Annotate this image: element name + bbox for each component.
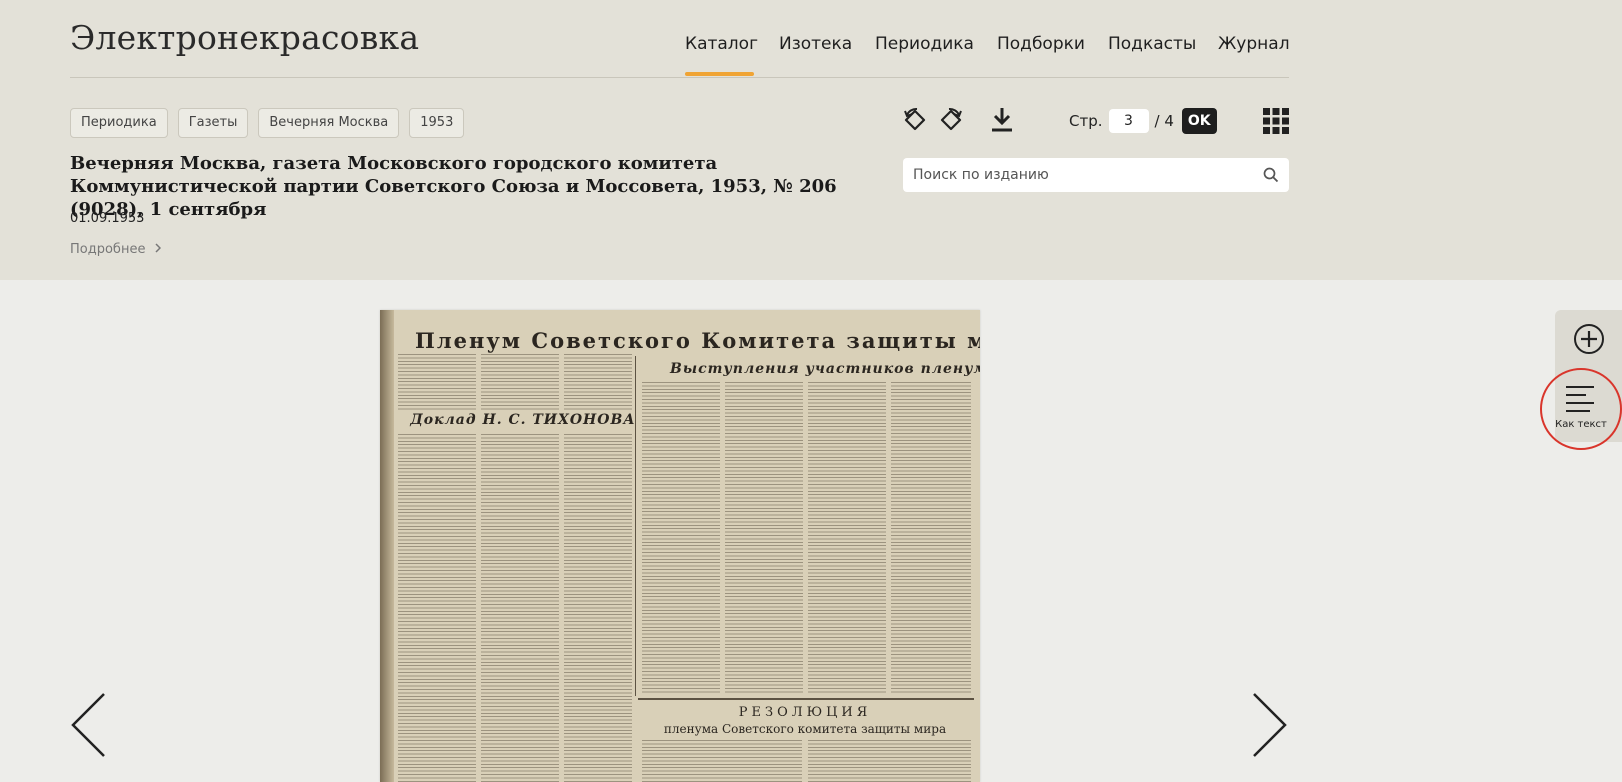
- more-link[interactable]: Подробнее: [70, 242, 161, 257]
- section-rule: [638, 698, 974, 700]
- text-column: [481, 354, 559, 410]
- next-page-arrow-icon[interactable]: [1252, 692, 1288, 762]
- grid-icon[interactable]: [1263, 108, 1289, 138]
- rotate-right-icon[interactable]: [938, 107, 964, 139]
- breadcrumb-gazety[interactable]: Газеты: [177, 108, 249, 138]
- newspaper-subheadline: Выступления участников пленума: [670, 361, 980, 377]
- text-column: [398, 434, 476, 782]
- newspaper-page-image[interactable]: Пленум Советского Комитета защиты мира В…: [380, 310, 980, 782]
- nav-podcasts[interactable]: Подкасты: [1108, 34, 1196, 54]
- page-ok-button[interactable]: OK: [1181, 108, 1217, 134]
- breadcrumb-vechernyaya-moskva[interactable]: Вечерняя Москва: [258, 108, 400, 138]
- search-input[interactable]: [913, 158, 1243, 192]
- search-icon[interactable]: [1263, 167, 1279, 187]
- newspaper-resolution-heading: РЕЗОЛЮЦИЯ: [738, 705, 872, 720]
- header: Электронекрасовка Каталог Изотека Период…: [0, 0, 1622, 280]
- download-icon[interactable]: [990, 106, 1014, 138]
- breadcrumb-periodika[interactable]: Периодика: [70, 108, 168, 138]
- page-title: Вечерняя Москва, газета Московского горо…: [70, 153, 837, 220]
- text-column: [481, 434, 559, 782]
- newspaper-headline: Пленум Советского Комитета защиты мира: [415, 328, 980, 353]
- nav-periodika[interactable]: Периодика: [875, 34, 974, 54]
- nav-active-indicator: [685, 72, 754, 76]
- text-column: [808, 740, 971, 782]
- text-column: [398, 354, 476, 410]
- page-total: / 4: [1154, 112, 1174, 130]
- nav-journal[interactable]: Журнал: [1218, 34, 1290, 54]
- text-column: [642, 382, 720, 694]
- zoom-in-icon[interactable]: [1573, 323, 1605, 359]
- newspaper-report-heading: Доклад Н. С. ТИХОНОВА: [410, 412, 636, 428]
- text-column: [564, 354, 632, 410]
- main-nav: Каталог Изотека Периодика Подборки Подка…: [0, 34, 1290, 78]
- newspaper-resolution-subheading: пленума Советского комитета защиты мира: [663, 722, 947, 736]
- more-label: Подробнее: [70, 242, 146, 257]
- page-number-input[interactable]: [1108, 109, 1149, 133]
- text-column: [642, 740, 802, 782]
- nav-catalog[interactable]: Каталог: [685, 34, 758, 54]
- prev-page-arrow-icon[interactable]: [70, 692, 106, 762]
- page-spine: [380, 310, 394, 782]
- text-lines-icon: [1564, 385, 1596, 417]
- page-navigator: Стр. / 4 OK: [1069, 108, 1217, 134]
- as-text-button[interactable]: Как текст: [1540, 368, 1622, 450]
- page-label: Стр.: [1069, 112, 1103, 130]
- as-text-label: Как текст: [1555, 419, 1607, 430]
- column-rule: [635, 356, 636, 696]
- nav-izoteka[interactable]: Изотека: [779, 34, 852, 54]
- text-column: [808, 382, 886, 694]
- text-column: [564, 434, 632, 782]
- rotate-left-icon[interactable]: [902, 107, 928, 139]
- document-viewer: Пленум Советского Комитета защиты мира В…: [0, 280, 1622, 782]
- header-divider: [70, 77, 1289, 78]
- nav-podborki[interactable]: Подборки: [997, 34, 1085, 54]
- search-box: [903, 158, 1289, 192]
- issue-date: 01.09.1953: [70, 211, 145, 226]
- text-column: [725, 382, 803, 694]
- breadcrumb-year[interactable]: 1953: [409, 108, 465, 138]
- text-column: [891, 382, 971, 694]
- chevron-right-icon: [155, 242, 161, 257]
- breadcrumb: Периодика Газеты Вечерняя Москва 1953: [70, 108, 465, 138]
